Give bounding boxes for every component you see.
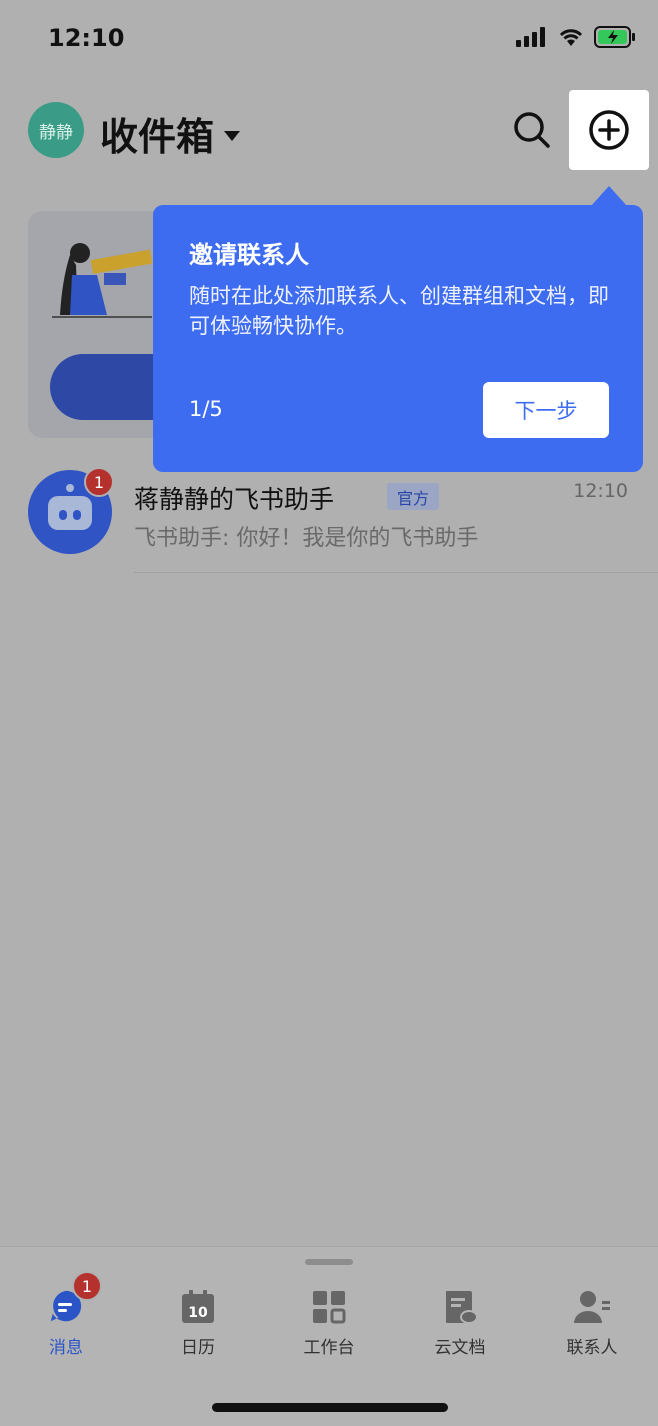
tab-calendar[interactable]: 10 日历 xyxy=(143,1289,253,1379)
tab-messages[interactable]: 消息 xyxy=(11,1289,121,1379)
tab-label: 日历 xyxy=(181,1338,215,1358)
official-tag: 官方 xyxy=(387,483,440,510)
search-icon xyxy=(514,112,550,148)
plus-circle-icon xyxy=(589,110,629,150)
bot-eye-right xyxy=(73,510,81,520)
tab-label: 云文档 xyxy=(434,1338,486,1358)
tooltip-body: 随时在此处添加联系人、创建群组和文档，即可体验畅快协作。 xyxy=(189,284,609,338)
cloud-doc-icon xyxy=(446,1291,478,1324)
tooltip-title: 邀请联系人 xyxy=(189,241,309,269)
search-button[interactable] xyxy=(508,106,556,154)
caret-down-icon xyxy=(224,130,241,141)
telescope-illustration xyxy=(52,243,153,318)
contacts-icon xyxy=(574,1291,610,1323)
tab-label: 工作台 xyxy=(303,1338,355,1358)
tab-contacts[interactable]: 联系人 xyxy=(537,1289,647,1379)
next-step-button[interactable]: 下一步 xyxy=(483,382,609,438)
chat-time: 12:10 xyxy=(573,480,628,502)
battery-icon xyxy=(594,26,635,48)
status-icons xyxy=(516,26,636,48)
tooltip-popover: 邀请联系人 随时在此处添加联系人、创建群组和文档，即可体验畅快协作。 1/5 下… xyxy=(153,205,643,472)
tab-label: 消息 xyxy=(49,1338,83,1358)
signal-icon xyxy=(516,27,545,47)
unread-badge: 1 xyxy=(84,467,114,497)
chat-name: 蒋静静的飞书助手 xyxy=(134,485,335,514)
workplace-icon xyxy=(313,1291,346,1324)
tab-bar: 消息 1 10 日历 工作台 云文档 联系人 xyxy=(0,1246,658,1426)
home-indicator xyxy=(212,1403,448,1412)
pull-handle[interactable] xyxy=(305,1259,353,1265)
chat-preview: 飞书助手: 你好！我是你的飞书助手 xyxy=(134,526,479,551)
chat-list-item[interactable]: 1 蒋静静的飞书助手 官方 12:10 飞书助手: 你好！我是你的飞书助手 xyxy=(0,460,658,575)
robot-icon xyxy=(48,496,92,530)
tab-workplace[interactable]: 工作台 xyxy=(274,1289,384,1379)
bot-eye-left xyxy=(59,510,67,520)
tab-cloud-docs[interactable]: 云文档 xyxy=(405,1289,515,1379)
calendar-icon: 10 xyxy=(182,1290,214,1323)
tab-label: 联系人 xyxy=(566,1338,618,1358)
divider xyxy=(134,572,658,573)
user-avatar[interactable]: 静静 xyxy=(28,102,84,158)
message-badge: 1 xyxy=(72,1271,102,1301)
tooltip-arrow xyxy=(591,186,627,206)
status-time: 12:10 xyxy=(48,24,125,52)
tooltip-step-counter: 1/5 xyxy=(189,397,223,421)
add-button[interactable] xyxy=(569,90,649,170)
inbox-title[interactable]: 收件箱 xyxy=(100,106,241,161)
page-title: 收件箱 xyxy=(100,115,215,159)
bot-antenna xyxy=(66,484,74,492)
wifi-icon xyxy=(559,29,583,46)
svg-text:10: 10 xyxy=(188,1305,208,1321)
